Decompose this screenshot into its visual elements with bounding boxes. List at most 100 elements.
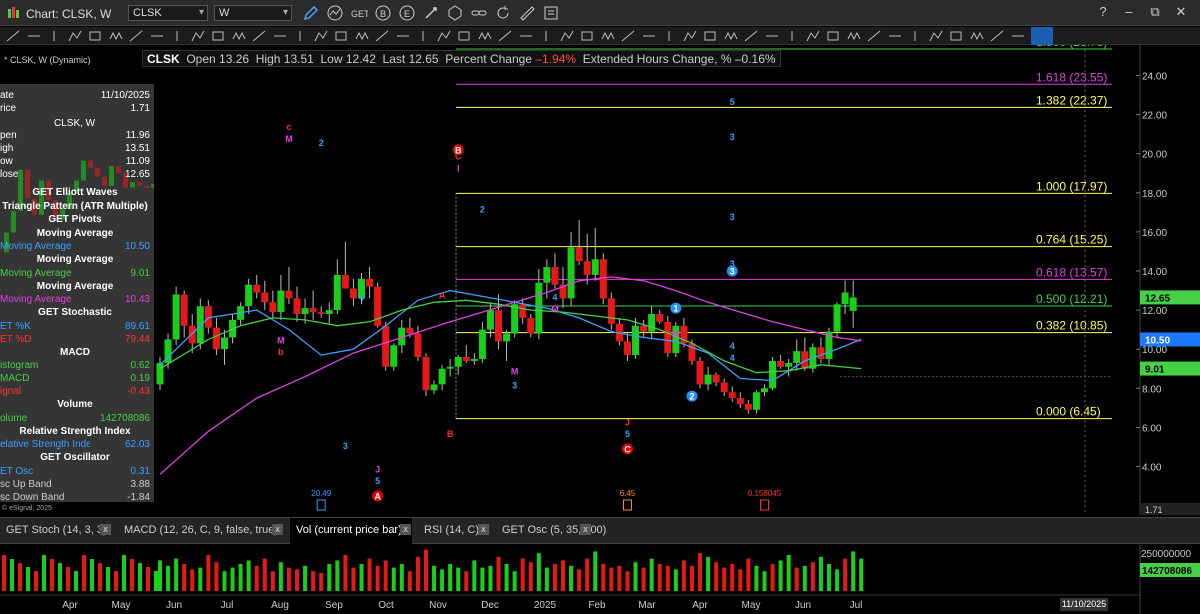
drawing-tool-icon[interactable]	[621, 30, 635, 42]
price-tick-label: 4.00	[1142, 463, 1162, 474]
drawing-tool-icon[interactable]	[47, 30, 61, 42]
drawing-tool-icon[interactable]	[6, 30, 20, 42]
drawing-tool-icon[interactable]	[847, 30, 861, 42]
drawing-tool-icon[interactable]	[949, 30, 963, 42]
macd-row-label: ignal	[0, 386, 22, 397]
drawing-tool-icon[interactable]	[580, 30, 594, 42]
shapes-icon[interactable]	[446, 4, 464, 22]
drawing-tool-icon[interactable]	[293, 30, 307, 42]
tab-close-icon[interactable]: x	[100, 524, 111, 535]
drawing-tool-icon[interactable]	[129, 30, 143, 42]
drawing-tool-icon[interactable]	[355, 30, 369, 42]
drawing-tool-icon[interactable]	[457, 30, 471, 42]
tab-close-icon[interactable]: x	[580, 524, 591, 535]
volume-bar	[122, 555, 126, 591]
drawing-tool-icon[interactable]	[724, 30, 738, 42]
tab-close-icon[interactable]: x	[478, 524, 489, 535]
drawing-tool-icon[interactable]	[416, 30, 430, 42]
drawing-tool-icon[interactable]	[539, 30, 553, 42]
time-axis-label: Jul	[221, 600, 234, 611]
drawing-tool-icon[interactable]	[970, 30, 984, 42]
drawing-tool-icon[interactable]	[888, 30, 902, 42]
help-icon[interactable]: ?	[1094, 4, 1112, 22]
pencil-icon[interactable]	[302, 4, 320, 22]
drawing-tool-icon[interactable]	[191, 30, 205, 42]
drawing-tool-icon[interactable]	[478, 30, 492, 42]
e-icon[interactable]: E	[398, 4, 416, 22]
price-chart-svg[interactable]: 24.0022.0020.0018.0016.0014.0012.0010.00…	[0, 45, 1200, 515]
drawing-tool-icon[interactable]	[990, 30, 1004, 42]
drawing-tool-icon[interactable]	[601, 30, 615, 42]
drawing-tool-icon[interactable]	[27, 30, 41, 42]
get-icon[interactable]: GET	[350, 4, 368, 22]
drawing-tool-icon[interactable]	[662, 30, 676, 42]
drawing-tool-icon[interactable]	[519, 30, 533, 42]
volume-bar	[480, 567, 485, 591]
drawing-tool-icon[interactable]	[683, 30, 697, 42]
drawing-tool-icon[interactable]	[334, 30, 348, 42]
b-icon[interactable]: B	[374, 4, 392, 22]
drawing-tool-icon[interactable]	[806, 30, 820, 42]
drawing-tool-icon[interactable]	[396, 30, 410, 42]
candle-body	[551, 267, 559, 285]
drawing-tool-icon[interactable]	[642, 30, 656, 42]
drawing-tool-icon[interactable]	[826, 30, 840, 42]
chevron-down-icon[interactable]: ▾	[199, 7, 204, 18]
drawing-tool-icon[interactable]	[150, 30, 164, 42]
drawing-tool-icon[interactable]	[1011, 30, 1025, 42]
data-window[interactable]: CLSK, W ate 11/10/2025 rice 1.71 pen 11.96 igh 1…	[0, 84, 154, 503]
drawing-tool-icon[interactable]	[88, 30, 102, 42]
selected-tool-button[interactable]	[1031, 27, 1053, 45]
interval-field[interactable]: W ▾	[214, 5, 292, 21]
drawing-tool-icon[interactable]	[252, 30, 266, 42]
drawing-tool-icon[interactable]	[68, 30, 82, 42]
svg-text:GET: GET	[351, 9, 368, 19]
drawing-tool-icon[interactable]	[437, 30, 451, 42]
minimize-icon[interactable]: –	[1120, 4, 1138, 22]
price-tick-label: 12.00	[1142, 306, 1167, 317]
indicator-tab[interactable]: MACD (12, 26, C, 9, false, true)	[118, 518, 284, 544]
restore-icon[interactable]: ⧉	[1146, 4, 1164, 22]
wave-label: 4	[730, 353, 735, 363]
drawing-tool-icon[interactable]	[744, 30, 758, 42]
indicator-tab[interactable]: Vol (current price bar)	[290, 518, 412, 544]
symbol-field[interactable]: CLSK ▾	[128, 5, 208, 21]
volume-bar	[375, 565, 380, 591]
ruler-icon[interactable]	[518, 4, 536, 22]
stochastic-row: ET %D 79.44	[0, 334, 154, 346]
drawing-tool-icon[interactable]	[929, 30, 943, 42]
drawing-tool-icon[interactable]	[109, 30, 123, 42]
volume-chart[interactable]: 250000000 142708086 Apr May Jun Jul Aug Sep Oct N…	[0, 545, 1200, 614]
drawing-tool-icon[interactable]	[785, 30, 799, 42]
drawing-tool-icon[interactable]	[908, 30, 922, 42]
refresh-icon[interactable]	[494, 4, 512, 22]
drawing-tool-icon[interactable]	[867, 30, 881, 42]
ma-row-label: Moving Average	[0, 267, 72, 279]
link-icon[interactable]	[470, 4, 488, 22]
drawing-tool-icon[interactable]	[703, 30, 717, 42]
price-chart[interactable]: 24.00 22.00 20.00 18.00 16.00 14.00 12.00 10.00…	[0, 45, 1200, 515]
drawing-tool-icon[interactable]	[314, 30, 328, 42]
tab-close-icon[interactable]: x	[400, 524, 411, 535]
data-window-section-title: GET Stochastic	[38, 307, 112, 318]
close-icon[interactable]: ✕	[1172, 4, 1190, 22]
candle-body	[785, 362, 793, 367]
drawing-tool-icon[interactable]	[232, 30, 246, 42]
volume-bar	[649, 558, 654, 591]
tab-close-icon[interactable]: x	[272, 524, 283, 535]
notes-icon[interactable]	[542, 4, 560, 22]
drawing-tool-icon[interactable]	[765, 30, 779, 42]
tools-icon[interactable]	[422, 4, 440, 22]
wave-circle-label: 3	[730, 267, 735, 277]
chevron-down-icon[interactable]: ▾	[283, 7, 288, 18]
chart-style-icon[interactable]	[326, 4, 344, 22]
drawing-tool-icon[interactable]	[211, 30, 225, 42]
drawing-tool-icon[interactable]	[498, 30, 512, 42]
drawing-tool-icon[interactable]	[560, 30, 574, 42]
drawing-tool-icon[interactable]	[170, 30, 184, 42]
drawing-tool-icon[interactable]	[375, 30, 389, 42]
candle-body	[462, 357, 470, 361]
drawing-tool-icon[interactable]	[273, 30, 287, 42]
indicator-tab[interactable]: GET Osc (5, 35, 100)	[496, 518, 606, 544]
indicator-tab[interactable]: GET Stoch (14, 3, 3)	[0, 518, 112, 544]
